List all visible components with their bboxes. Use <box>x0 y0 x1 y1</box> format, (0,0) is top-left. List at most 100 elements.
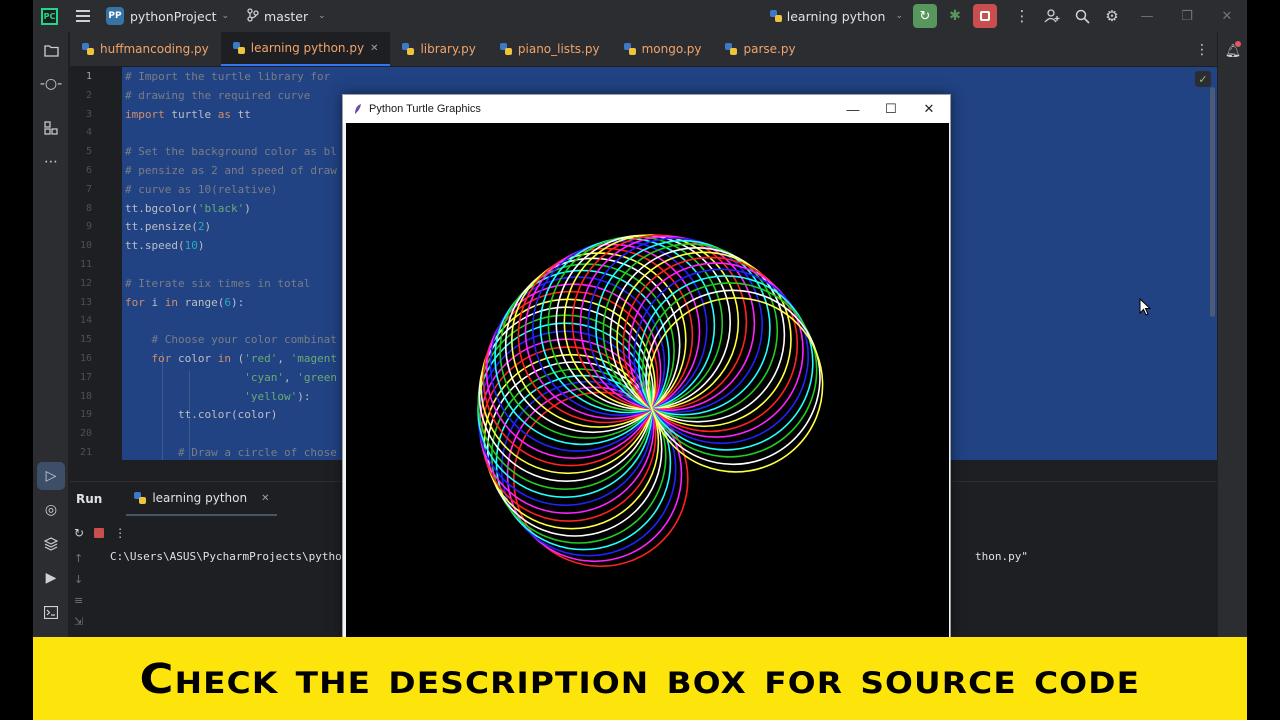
spirograph-drawing <box>477 234 824 568</box>
run-configuration-selector[interactable]: learning python ⌄ <box>769 9 903 24</box>
run-panel-title: Run <box>76 492 103 506</box>
feather-icon <box>352 103 364 115</box>
line-number: 15 <box>79 334 92 346</box>
tab-parse-py[interactable]: parse.py <box>713 32 807 66</box>
commit-icon[interactable]: -○- <box>37 70 65 98</box>
python-file-icon <box>134 492 147 504</box>
python-file-icon <box>769 10 782 22</box>
rerun-button[interactable]: ↻ <box>913 4 937 28</box>
stop-icon[interactable] <box>94 528 105 538</box>
editor-tabs: huffmancoding.py learning python.py ✕ libra… <box>70 32 1217 67</box>
tab-library-py[interactable]: library.py <box>390 32 487 66</box>
turtle-canvas <box>346 123 949 640</box>
inspection-ok-icon[interactable]: ✓ <box>1195 71 1211 87</box>
debug-icon[interactable]: ✱ <box>943 4 967 28</box>
line-number: 8 <box>85 202 92 214</box>
branch-icon <box>247 7 259 25</box>
services-icon[interactable]: ▶ <box>37 564 65 592</box>
code-line: tt.pensize(2) <box>125 220 212 234</box>
run-more-icon[interactable]: ⋮ <box>114 526 126 540</box>
caption-banner: Check the description box for source cod… <box>33 637 1247 720</box>
minimize-icon[interactable]: — <box>1127 0 1167 32</box>
soft-wrap-icon[interactable]: ≡ <box>74 594 90 607</box>
line-number: 9 <box>85 221 92 233</box>
more-tools-icon[interactable]: ⋯ <box>37 148 65 176</box>
settings-gear-icon[interactable]: ⚙ <box>1097 0 1127 32</box>
tab-mongo-py[interactable]: mongo.py <box>612 32 714 66</box>
code-line: # pensize as 2 and speed of draw <box>125 164 337 177</box>
terminal-icon[interactable] <box>37 598 65 626</box>
tab-label: huffmancoding.py <box>100 42 209 56</box>
python-console-icon[interactable]: ◎ <box>37 496 65 524</box>
pycharm-logo-icon[interactable]: PC <box>41 7 58 25</box>
line-number: 10 <box>79 240 92 252</box>
line-number: 17 <box>79 371 92 383</box>
branch-name: master <box>264 8 309 24</box>
project-folder-icon[interactable] <box>37 36 65 64</box>
code-line: for i in range(6): <box>125 295 245 309</box>
structure-icon[interactable] <box>37 114 65 142</box>
tab-label: library.py <box>420 42 476 56</box>
close-tab-icon[interactable]: ✕ <box>261 493 269 504</box>
code-line: # curve as 10(relative) <box>125 182 278 196</box>
tabs-more-icon[interactable]: ⋮ <box>1187 32 1217 67</box>
tab-label: learning python.py <box>250 41 365 55</box>
title-bar: PC PP pythonProject ⌄ master ⌄ learning … <box>33 0 1247 32</box>
python-file-icon <box>725 43 738 55</box>
python-file-icon <box>82 43 94 55</box>
project-name[interactable]: pythonProject <box>130 9 217 24</box>
more-actions-icon[interactable]: ⋮ <box>1007 0 1037 32</box>
line-number: 19 <box>79 409 92 421</box>
run-tool-icon[interactable]: ▷ <box>37 462 65 490</box>
python-file-icon <box>232 42 245 54</box>
close-icon[interactable]: ✕ <box>1207 0 1247 32</box>
line-number: 20 <box>79 428 92 440</box>
scroll-to-end-icon[interactable]: ⇲ <box>74 615 90 628</box>
tab-label: mongo.py <box>641 42 702 56</box>
rerun-icon[interactable]: ↻ <box>74 526 84 540</box>
restore-icon[interactable]: ❐ <box>1167 0 1207 32</box>
run-tab-learning-python[interactable]: learning python ✕ <box>126 482 278 516</box>
line-number: 6 <box>85 165 92 176</box>
code-line: for color in ('red', 'magent <box>151 352 337 365</box>
code-line: 'yellow'): <box>244 389 311 403</box>
close-tab-icon[interactable]: ✕ <box>370 43 378 54</box>
line-number: 12 <box>79 277 92 289</box>
turtle-graphics-window[interactable]: Python Turtle Graphics — ☐ ✕ <box>342 94 951 640</box>
python-file-icon <box>623 43 636 55</box>
main-menu-icon[interactable] <box>76 10 90 22</box>
console-output: C:\Users\ASUS\PycharmProjects\pytho <box>110 550 342 563</box>
turtle-title-bar[interactable]: Python Turtle Graphics — ☐ ✕ <box>343 95 950 123</box>
search-icon[interactable] <box>1067 0 1097 32</box>
tab-piano-lists-py[interactable]: piano_lists.py <box>488 32 612 66</box>
stop-button[interactable] <box>973 4 997 28</box>
line-number: 7 <box>85 183 92 195</box>
vcs-branch-widget[interactable]: master ⌄ <box>247 7 326 25</box>
line-number: 4 <box>85 127 92 139</box>
code-line: 'cyan', 'green <box>244 370 337 384</box>
console-output-tail: thon.py" <box>975 550 1028 563</box>
line-number: 16 <box>79 353 92 364</box>
code-line: # Choose your color combinat <box>125 333 337 347</box>
line-number: 13 <box>79 296 92 308</box>
line-number: 18 <box>79 390 92 402</box>
editor-scrollbar[interactable] <box>1210 87 1215 317</box>
chevron-down-icon[interactable]: ⌄ <box>222 11 230 21</box>
notification-badge <box>1235 41 1241 47</box>
tab-learning-python-py[interactable]: learning python.py ✕ <box>220 32 391 66</box>
spiro-circle <box>645 289 821 466</box>
python-file-icon <box>402 43 415 55</box>
chevron-down-icon: ⌄ <box>895 11 903 21</box>
maximize-icon[interactable]: ☐ <box>872 95 910 123</box>
tab-huffmancoding-py[interactable]: huffmancoding.py <box>70 32 221 66</box>
layers-icon[interactable] <box>37 530 65 558</box>
add-user-icon[interactable] <box>1037 0 1067 32</box>
project-badge[interactable]: PP <box>106 7 124 25</box>
right-tool-strip: 🔔︎ <box>1217 32 1247 637</box>
scroll-up-icon[interactable]: ↑ <box>74 552 90 565</box>
close-icon[interactable]: ✕ <box>910 95 948 123</box>
minimize-icon[interactable]: — <box>834 95 872 123</box>
run-tab-label: learning python <box>152 491 248 505</box>
code-line: import turtle as tt <box>125 107 251 121</box>
scroll-down-icon[interactable]: ↓ <box>74 573 90 586</box>
